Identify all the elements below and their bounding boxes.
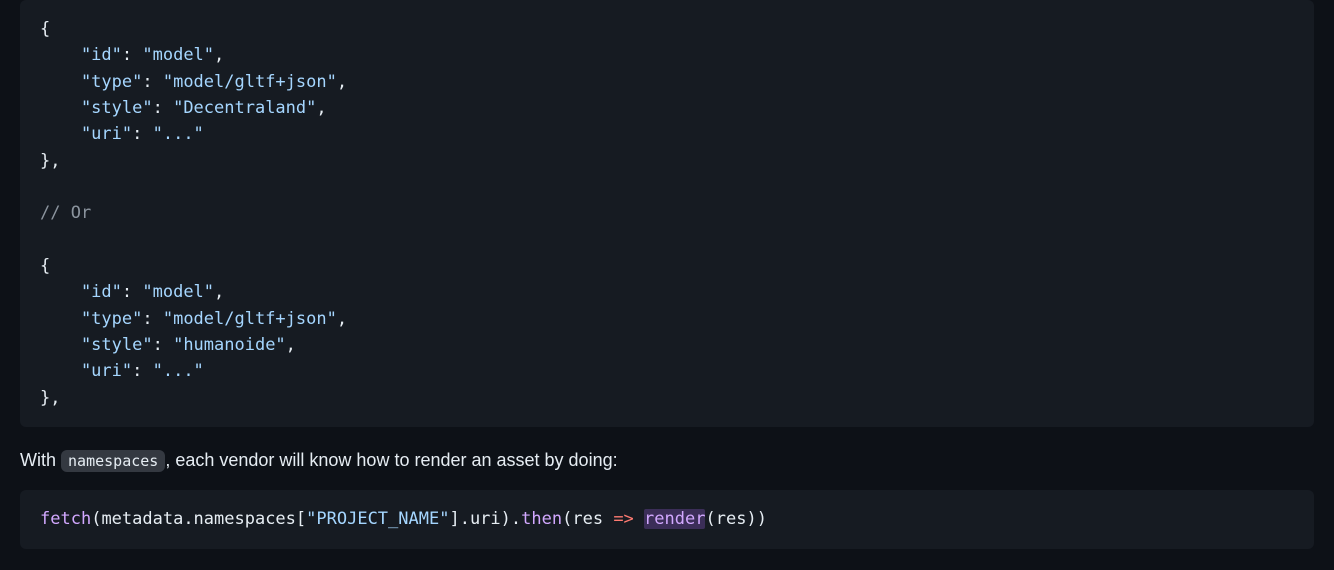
expr: .uri	[460, 509, 501, 529]
json-key: "uri"	[81, 361, 132, 381]
prose-paragraph: With namespaces, each vendor will know h…	[20, 447, 1334, 474]
arrow: =>	[613, 509, 633, 529]
colon: :	[153, 335, 173, 355]
paren-open: (	[91, 509, 101, 529]
bracket-close: ]	[449, 509, 459, 529]
paren-open: (	[705, 509, 715, 529]
colon: :	[132, 361, 152, 381]
json-key: "uri"	[81, 124, 132, 144]
colon: :	[132, 124, 152, 144]
json-str: "humanoide"	[173, 335, 286, 355]
space	[634, 509, 644, 529]
brace-open: {	[40, 256, 50, 276]
bracket-open: [	[296, 509, 306, 529]
text-before: With	[20, 450, 61, 470]
json-str: "..."	[153, 361, 204, 381]
comma: ,	[286, 335, 296, 355]
json-str: "model"	[142, 45, 214, 65]
json-str: "model/gltf+json"	[163, 309, 337, 329]
arg: res	[716, 509, 747, 529]
brace-close: },	[40, 151, 60, 171]
code-block-js[interactable]: fetch(metadata.namespaces["PROJECT_NAME"…	[20, 490, 1314, 548]
json-key: "id"	[81, 45, 122, 65]
code-content: { "id": "model", "type": "model/gltf+jso…	[40, 16, 1294, 411]
fn-then: then	[521, 509, 562, 529]
fn-fetch: fetch	[40, 509, 91, 529]
colon: :	[122, 45, 142, 65]
json-str: "model/gltf+json"	[163, 72, 337, 92]
expr: metadata.namespaces	[101, 509, 295, 529]
param: res	[572, 509, 613, 529]
comma: ,	[214, 45, 224, 65]
paren-close: )	[757, 509, 767, 529]
colon: :	[142, 72, 162, 92]
fn-render-highlight: render	[644, 509, 705, 529]
comma: ,	[337, 72, 347, 92]
brace-open: {	[40, 19, 50, 39]
json-str: "..."	[153, 124, 204, 144]
dot: .	[511, 509, 521, 529]
json-str: "Decentraland"	[173, 98, 316, 118]
code-content: fetch(metadata.namespaces["PROJECT_NAME"…	[40, 506, 1294, 532]
json-key: "id"	[81, 282, 122, 302]
text-after: , each vendor will know how to render an…	[165, 450, 617, 470]
json-key: "style"	[81, 335, 153, 355]
str: "PROJECT_NAME"	[306, 509, 449, 529]
paren-close: )	[501, 509, 511, 529]
json-key: "style"	[81, 98, 153, 118]
code-block-json[interactable]: { "id": "model", "type": "model/gltf+jso…	[20, 0, 1314, 427]
comment: // Or	[40, 203, 91, 223]
inline-code-namespaces: namespaces	[61, 450, 165, 472]
comma: ,	[316, 98, 326, 118]
colon: :	[142, 309, 162, 329]
paren-close: )	[746, 509, 756, 529]
paren-open: (	[562, 509, 572, 529]
comma: ,	[214, 282, 224, 302]
json-str: "model"	[142, 282, 214, 302]
comma: ,	[337, 309, 347, 329]
brace-close: },	[40, 388, 60, 408]
colon: :	[122, 282, 142, 302]
json-key: "type"	[81, 309, 142, 329]
json-key: "type"	[81, 72, 142, 92]
colon: :	[153, 98, 173, 118]
